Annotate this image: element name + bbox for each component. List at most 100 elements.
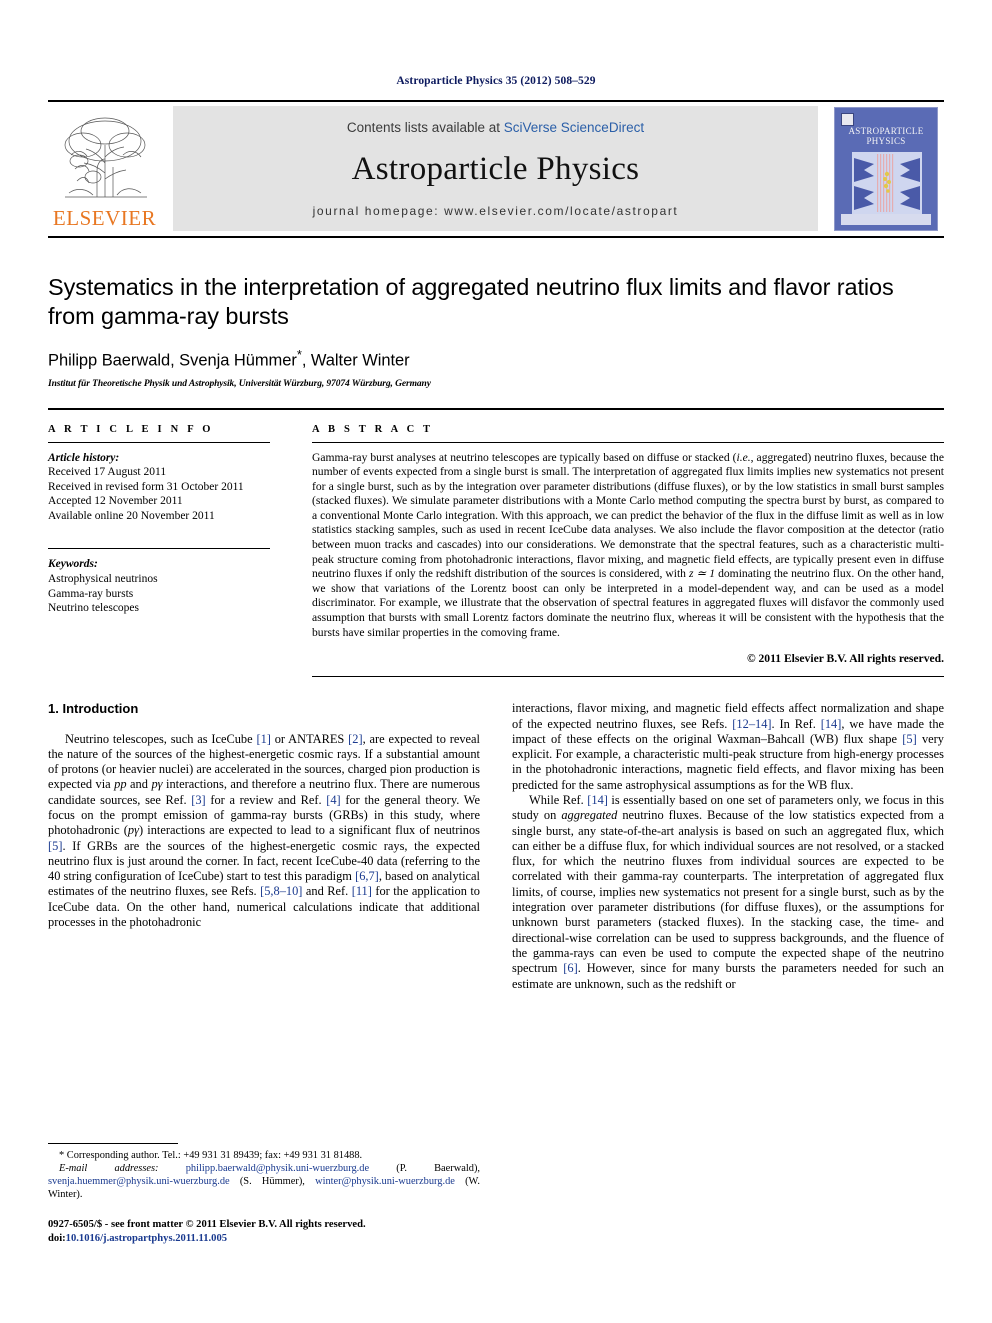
text-run: neutrino fluxes. Because of the low stat…: [512, 808, 945, 976]
abstract-column: A B S T R A C T Gamma-ray burst analyses…: [312, 424, 944, 678]
article-history-label: Article history:: [48, 451, 120, 464]
journal-homepage-line[interactable]: journal homepage: www.elsevier.com/locat…: [313, 204, 679, 218]
cover-artwork: [852, 151, 922, 214]
text-run: . In Ref.: [771, 716, 821, 731]
history-item: Available online 20 November 2011: [48, 509, 215, 522]
abstract-italic-ie: i.e.: [736, 450, 751, 464]
abstract-italic-z: z ≃ 1: [689, 567, 716, 581]
section-heading-introduction: 1. Introduction: [48, 701, 139, 717]
citation-ref[interactable]: [11]: [352, 884, 372, 898]
journal-article-page: Astroparticle Physics 35 (2012) 508–529: [0, 0, 992, 1323]
issn-line: 0927-6505/$ - see front matter © 2011 El…: [48, 1219, 366, 1230]
cover-title-line2: PHYSICS: [866, 136, 906, 146]
doi-link[interactable]: 10.1016/j.astropartphys.2011.11.005: [66, 1233, 227, 1244]
abstract-bottom-rule: [312, 676, 944, 678]
contents-available-line: Contents lists available at SciVerse Sci…: [347, 120, 644, 135]
email-link[interactable]: winter@physik.uni-wuerzburg.de: [315, 1176, 455, 1187]
article-info-heading: A R T I C L E I N F O: [48, 423, 214, 435]
footnote-rule: [48, 1143, 178, 1144]
citation-ref[interactable]: [5,8–10]: [260, 884, 302, 898]
text-italic: pγ: [127, 823, 139, 838]
citation-ref[interactable]: [5]: [902, 732, 916, 746]
doi-label: doi:: [48, 1232, 66, 1244]
contents-prefix: Contents lists available at: [346, 120, 504, 135]
citation-ref[interactable]: [1]: [256, 732, 270, 746]
elsevier-tree-icon: [64, 117, 147, 198]
email-link[interactable]: philipp.baerwald@physik.uni-wuerzburg.de: [186, 1163, 369, 1174]
corresponding-author-note: * Corresponding author. Tel.: +49 931 31…: [48, 1149, 480, 1162]
page-title: Systematics in the interpretation of agg…: [48, 274, 894, 329]
text-italic: pγ: [151, 777, 163, 792]
abstract-heading: A B S T R A C T: [312, 423, 434, 435]
info-and-abstract: A R T I C L E I N F O Article history: R…: [48, 424, 944, 678]
abstract-text: Gamma-ray burst analyses at neutrino tel…: [312, 451, 944, 641]
author-list: Philipp Baerwald, Svenja Hümmer*, Walter…: [48, 347, 944, 371]
doi-line: doi:10.1016/j.astropartphys.2011.11.005: [48, 1232, 480, 1246]
keywords-rule: [48, 548, 270, 550]
citation-ref[interactable]: [6,7]: [355, 869, 379, 883]
cover-title-line1: ASTROPARTICLE: [848, 125, 924, 136]
masthead-bottom-rule: [48, 236, 944, 238]
email-link[interactable]: svenja.huemmer@physik.uni-wuerzburg.de: [48, 1176, 230, 1187]
body-paragraph: Neutrino telescopes, such as IceCube [1]…: [48, 732, 480, 931]
text-run: and Ref.: [302, 884, 352, 899]
body-columns: 1. Introduction Neutrino telescopes, suc…: [48, 701, 944, 1101]
email-label: E-mail addresses:: [59, 1163, 159, 1174]
body-column-left: 1. Introduction Neutrino telescopes, suc…: [48, 701, 480, 1101]
info-section-top-rule: [48, 407, 944, 410]
keyword-item: Gamma-ray bursts: [48, 587, 134, 600]
abstract-part-1: Gamma-ray burst analyses at neutrino tel…: [312, 450, 737, 464]
text-run: and: [126, 777, 152, 792]
history-item: Received in revised form 31 October 2011: [48, 480, 244, 493]
email-owner: (S. Hümmer),: [229, 1176, 316, 1187]
journal-cover-thumbnail: ASTROPARTICLE PHYSICS: [828, 106, 944, 231]
keyword-item: Astrophysical neutrinos: [48, 573, 158, 586]
copyright-line: © 2011 Elsevier B.V. All rights reserved…: [746, 652, 944, 666]
keywords-group: Keywords: Astrophysical neutrinos Gamma-…: [48, 557, 270, 615]
masthead-top-rule: [48, 100, 944, 102]
email-owner: (P. Baerwald),: [369, 1163, 480, 1174]
corresponding-author-text: * Corresponding author. Tel.: +49 931 31…: [59, 1150, 363, 1161]
cover-artwork-graphic: [852, 151, 922, 214]
text-run: or ANTARES: [270, 731, 349, 746]
body-paragraph: While Ref. [14] is essentially based on …: [512, 793, 944, 992]
citation-ref[interactable]: [6]: [563, 961, 577, 975]
text-run: While Ref.: [529, 793, 588, 807]
abstract-part-2: , aggregated) neutrino fluxes, because t…: [312, 450, 944, 581]
footnote-area: * Corresponding author. Tel.: +49 931 31…: [48, 1143, 480, 1245]
keywords-label: Keywords:: [48, 558, 98, 571]
cover-publisher-badge-icon: [841, 112, 854, 126]
article-info-column: A R T I C L E I N F O Article history: R…: [48, 424, 270, 678]
body-paragraph: interactions, flavor mixing, and magneti…: [512, 701, 944, 793]
email-addresses-note: E-mail addresses: philipp.baerwald@physi…: [48, 1162, 480, 1201]
title-block: Systematics in the interpretation of agg…: [48, 273, 944, 389]
text-run: for a review and Ref.: [205, 792, 327, 807]
journal-title: Astroparticle Physics: [351, 151, 640, 187]
running-head: Astroparticle Physics 35 (2012) 508–529: [396, 75, 596, 87]
citation-ref[interactable]: [12–14]: [732, 717, 771, 731]
cover-image: ASTROPARTICLE PHYSICS: [834, 106, 938, 231]
citation-ref[interactable]: [14]: [821, 717, 842, 731]
history-item: Accepted 12 November 2011: [48, 495, 183, 508]
citation-ref[interactable]: [2]: [348, 732, 362, 746]
text-run: . However, since for many bursts the par…: [512, 961, 944, 991]
issn-copyright-block: 0927-6505/$ - see front matter © 2011 El…: [48, 1218, 480, 1245]
citation-ref[interactable]: [4]: [326, 793, 340, 807]
journal-masthead: ELSEVIER Contents lists available at Sci…: [48, 106, 944, 231]
elsevier-logo: ELSEVIER: [48, 106, 161, 231]
history-item: Received 17 August 2011: [48, 466, 167, 479]
article-history-group: Article history: Received 17 August 2011…: [48, 451, 270, 524]
cover-footer-bar: [841, 213, 931, 225]
keyword-item: Neutrino telescopes: [48, 602, 140, 615]
text-italic: pp: [114, 777, 127, 792]
abstract-rule: [312, 441, 944, 443]
text-run: Neutrino telescopes, such as IceCube: [65, 731, 257, 746]
citation-ref[interactable]: [5]: [48, 839, 62, 853]
affiliation: Institut für Theoretische Physik und Ast…: [48, 378, 431, 389]
citation-ref[interactable]: [3]: [191, 793, 205, 807]
text-italic: aggregated: [561, 808, 618, 823]
email-note-body: E-mail addresses: philipp.baerwald@physi…: [48, 1162, 480, 1201]
citation-ref[interactable]: [14]: [587, 793, 608, 807]
sciencedirect-link[interactable]: SciVerse ScienceDirect: [504, 120, 644, 135]
